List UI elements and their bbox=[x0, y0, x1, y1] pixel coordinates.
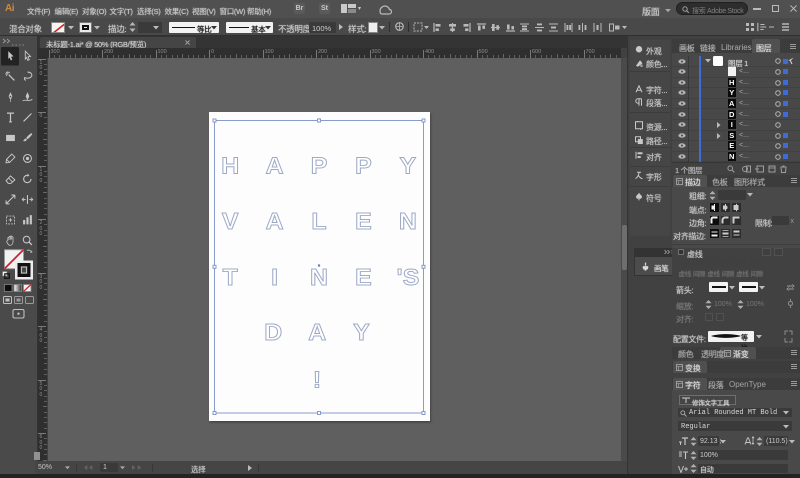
svg-text:L: L bbox=[311, 209, 326, 235]
svg-text:P: P bbox=[355, 153, 372, 179]
svg-text:N: N bbox=[399, 209, 417, 235]
svg-text:E: E bbox=[355, 209, 372, 235]
svg-text:I: I bbox=[271, 265, 278, 291]
svg-text:N: N bbox=[310, 265, 328, 291]
svg-text:E: E bbox=[355, 265, 372, 291]
svg-text:H: H bbox=[221, 153, 239, 179]
svg-text:T: T bbox=[223, 265, 239, 291]
svg-text:Y: Y bbox=[400, 153, 417, 179]
svg-text:A: A bbox=[266, 153, 284, 179]
svg-text:D: D bbox=[264, 320, 282, 346]
svg-text:A: A bbox=[308, 320, 326, 346]
svg-text:Y: Y bbox=[353, 320, 370, 346]
svg-text:V: V bbox=[222, 209, 239, 235]
svg-text:P: P bbox=[311, 153, 328, 179]
svg-text:': ' bbox=[397, 265, 403, 291]
svg-text:S: S bbox=[403, 265, 420, 291]
svg-text:!: ! bbox=[313, 368, 321, 394]
svg-text:A: A bbox=[266, 209, 284, 235]
